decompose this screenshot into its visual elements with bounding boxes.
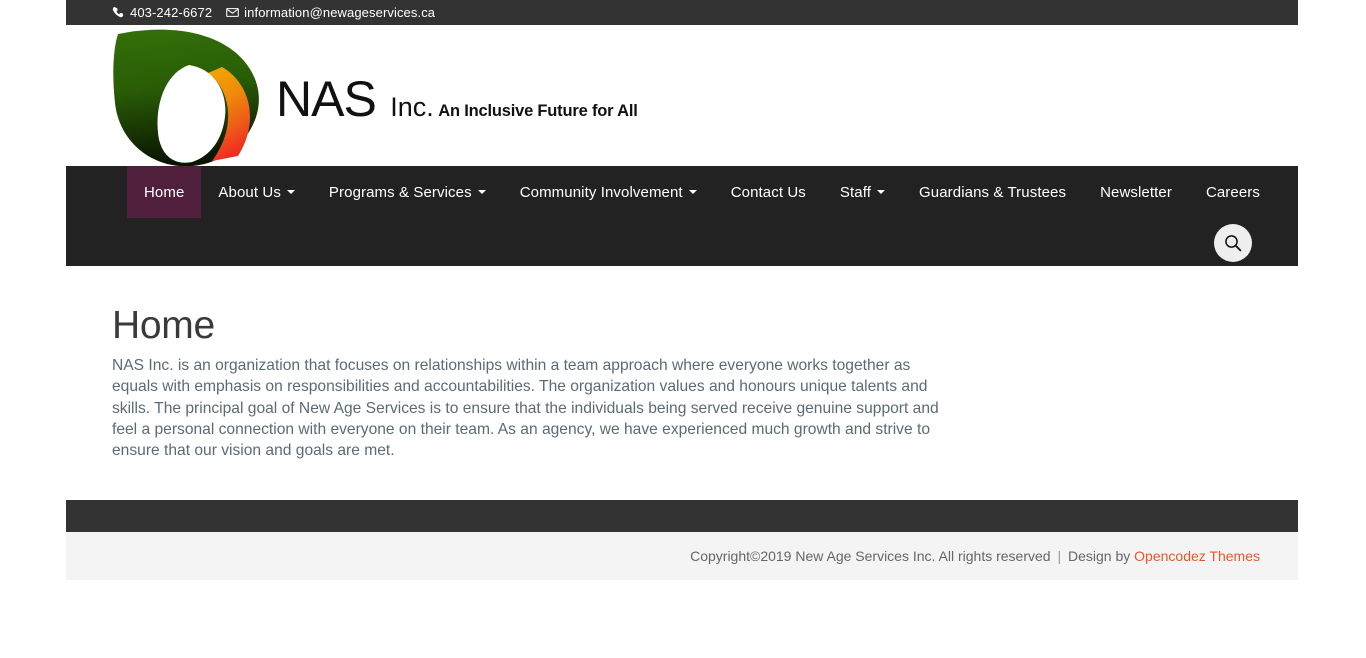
site-header: NAS Inc. An Inclusive Future for All [66, 25, 1298, 166]
page-root: 403-242-6672 information@newageservices.… [0, 0, 1366, 658]
footer-copyright-bar: Copyright©2019 New Age Services Inc. All… [66, 532, 1298, 580]
nav-label: Newsletter [1100, 183, 1172, 201]
email-address: information@newageservices.ca [244, 5, 436, 20]
chevron-down-icon [477, 190, 486, 194]
logo-suffix: Inc. [390, 91, 434, 122]
phone-number: 403-242-6672 [130, 5, 213, 20]
nav-label: Guardians & Trustees [919, 183, 1067, 201]
copyright-separator: | [1057, 548, 1062, 564]
chevron-down-icon [877, 190, 885, 194]
design-by-label: Design by [1068, 548, 1131, 564]
phone-icon [112, 6, 125, 19]
nav-label: Careers [1205, 183, 1260, 201]
nav-item-home[interactable]: Home [127, 166, 202, 218]
nav-label: Contact Us [730, 183, 806, 201]
nav-item-programs-services[interactable]: Programs & Services [312, 166, 503, 218]
email-contact[interactable]: information@newageservices.ca [226, 5, 435, 20]
nav-item-careers[interactable]: Careers [1189, 166, 1277, 218]
copyright-text: Copyright©2019 New Age Services Inc. All… [690, 548, 1051, 564]
nav-label: Home [144, 183, 185, 201]
logo-tagline: An Inclusive Future for All [438, 101, 638, 120]
phone-contact[interactable]: 403-242-6672 [112, 5, 212, 20]
logo-wordmark: NAS Inc. An Inclusive Future for All [276, 68, 638, 124]
logo-name: NAS [276, 70, 377, 127]
search-toggle-button[interactable] [1214, 224, 1252, 262]
search-icon [1223, 233, 1243, 253]
nav-item-staff[interactable]: Staff [823, 166, 902, 218]
nav-label: Staff [839, 183, 871, 201]
nav-list: Home About Us Programs & Services Commun… [127, 166, 1277, 218]
copyright: Copyright©2019 New Age Services Inc. All… [690, 548, 1260, 564]
nav-label: Programs & Services [328, 183, 472, 201]
footer-widget-area [66, 500, 1298, 532]
site-logo[interactable]: NAS Inc. An Inclusive Future for All [112, 25, 638, 166]
top-contact-bar: 403-242-6672 information@newageservices.… [66, 0, 1298, 25]
page-title: Home [112, 304, 215, 347]
nav-item-contact-us[interactable]: Contact Us [714, 166, 823, 218]
nav-label: About Us [218, 183, 281, 201]
nav-item-community-involvement[interactable]: Community Involvement [503, 166, 714, 218]
theme-credit-link[interactable]: Opencodez Themes [1134, 548, 1260, 564]
page-intro-paragraph: NAS Inc. is an organization that focuses… [112, 357, 939, 460]
nav-item-newsletter[interactable]: Newsletter [1083, 166, 1189, 218]
envelope-icon [226, 6, 239, 19]
nav-item-guardians-trustees[interactable]: Guardians & Trustees [902, 166, 1083, 218]
chevron-down-icon [688, 190, 697, 194]
nav-label: Community Involvement [519, 183, 683, 201]
nav-item-about-us[interactable]: About Us [201, 166, 312, 218]
main-navigation: Home About Us Programs & Services Commun… [66, 166, 1298, 266]
main-content: Home NAS Inc. is an organization that fo… [66, 266, 1298, 500]
chevron-down-icon [286, 190, 295, 194]
nas-leaf-logo-icon [112, 25, 272, 166]
